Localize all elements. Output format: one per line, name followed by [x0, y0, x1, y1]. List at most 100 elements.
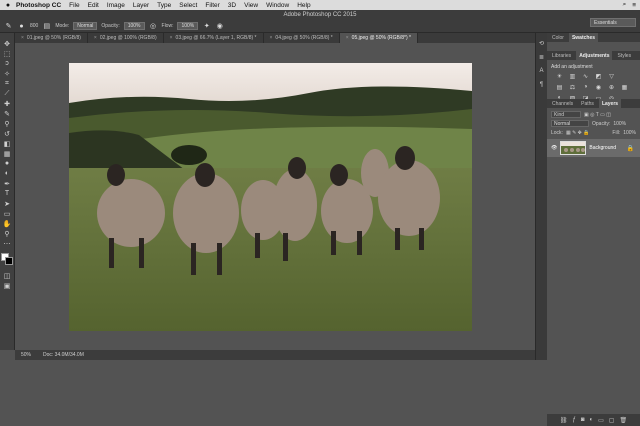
group-icon[interactable]: ▭	[598, 417, 604, 424]
close-icon[interactable]: ×	[21, 35, 24, 41]
levels-icon[interactable]: ▥	[568, 72, 577, 80]
properties-panel-icon[interactable]: ≣	[538, 53, 546, 61]
menu-help[interactable]: Help	[297, 2, 310, 9]
link-layers-icon[interactable]: ⛓	[560, 417, 568, 424]
lasso-tool-icon[interactable]: ↄ	[2, 59, 12, 68]
menu-layer[interactable]: Layer	[133, 2, 149, 9]
mode-select[interactable]: Normal	[73, 22, 98, 30]
move-tool-icon[interactable]: ✥	[2, 39, 12, 48]
layer-opacity-field[interactable]: 100%	[613, 121, 626, 127]
tab-adjustments[interactable]: Adjustments	[576, 51, 613, 60]
brush-preset-icon[interactable]: ●	[17, 22, 26, 31]
screen-mode-icon[interactable]: ▣	[2, 281, 12, 290]
pressure-opacity-icon[interactable]: ◎	[149, 22, 158, 31]
zoom-level[interactable]: 50%	[21, 352, 31, 358]
swatches-area[interactable]	[547, 42, 640, 51]
blur-icon[interactable]: ●	[2, 159, 12, 168]
vibrance-icon[interactable]: ▽	[607, 72, 616, 80]
menu-view[interactable]: View	[244, 2, 258, 9]
tab-paths[interactable]: Paths	[578, 99, 597, 108]
document-canvas[interactable]	[69, 63, 472, 331]
lock-icons[interactable]: ▦ ✎ ✥ 🔒	[566, 130, 590, 136]
clone-stamp-icon[interactable]: ⚲	[2, 119, 12, 128]
quick-mask-icon[interactable]: ◫	[2, 271, 12, 280]
adjustment-layer-icon[interactable]: ◐	[590, 417, 594, 423]
history-brush-icon[interactable]: ↺	[2, 129, 12, 138]
eyedropper-icon[interactable]: ⟋	[2, 89, 12, 98]
color-balance-icon[interactable]: ⚖	[568, 83, 577, 91]
menu-select[interactable]: Select	[179, 2, 197, 9]
channel-mixer-icon[interactable]: ⊕	[607, 83, 616, 91]
color-lookup-icon[interactable]: ▦	[620, 83, 629, 91]
color-chips[interactable]	[1, 253, 13, 265]
menu-file[interactable]: File	[69, 2, 79, 9]
notification-icon[interactable]: ≡	[632, 2, 636, 9]
quick-select-icon[interactable]: ✧	[2, 69, 12, 78]
crop-tool-icon[interactable]: ⌗	[2, 79, 12, 88]
history-panel-icon[interactable]: ⟲	[538, 39, 546, 47]
menu-filter[interactable]: Filter	[205, 2, 219, 9]
app-menu[interactable]: Photoshop CC	[16, 2, 61, 9]
brush-icon[interactable]: ✎	[2, 109, 12, 118]
path-select-icon[interactable]: ➤	[2, 199, 12, 208]
visibility-eye-icon[interactable]: 👁	[551, 145, 557, 151]
workspace-switcher[interactable]: Essentials	[590, 18, 636, 27]
menu-edit[interactable]: Edit	[88, 2, 99, 9]
eraser-icon[interactable]: ◧	[2, 139, 12, 148]
more-tools-icon[interactable]: ⋯	[2, 239, 12, 248]
trash-icon[interactable]: 🗑	[619, 417, 627, 424]
add-mask-icon[interactable]: ◙	[581, 417, 585, 423]
black-white-icon[interactable]: ◑	[581, 83, 590, 91]
blend-mode-select[interactable]: Normal	[551, 120, 589, 127]
curves-icon[interactable]: ∿	[581, 72, 590, 80]
menu-window[interactable]: Window	[266, 2, 289, 9]
gradient-icon[interactable]: ▦	[2, 149, 12, 158]
tab-04[interactable]: × 04.jpeg @ 50% (RGB/8) *	[264, 33, 340, 43]
tab-color[interactable]: Color	[549, 33, 567, 42]
background-color[interactable]	[5, 257, 13, 265]
character-panel-icon[interactable]: A	[538, 67, 546, 75]
tab-03[interactable]: × 03.jpeg @ 66.7% (Layer 1, RGB/8) *	[164, 33, 264, 43]
pressure-size-icon[interactable]: ◉	[215, 22, 224, 31]
spotlight-icon[interactable]: ⌕	[623, 1, 627, 9]
brightness-icon[interactable]: ☀	[555, 72, 564, 80]
tab-layers[interactable]: Layers	[598, 99, 622, 108]
photo-filter-icon[interactable]: ◉	[594, 83, 603, 91]
tab-02[interactable]: × 02.jpeg @ 100% (RGB/8)	[88, 33, 164, 43]
menu-type[interactable]: Type	[157, 2, 171, 9]
close-icon[interactable]: ×	[346, 35, 349, 41]
layer-filter-kind[interactable]: Kind	[551, 111, 581, 118]
hue-saturation-icon[interactable]: ▤	[555, 83, 564, 91]
close-icon[interactable]: ×	[270, 35, 273, 41]
exposure-icon[interactable]: ◩	[594, 72, 603, 80]
menu-3d[interactable]: 3D	[228, 2, 236, 9]
marquee-tool-icon[interactable]: ⬚	[2, 49, 12, 58]
layer-row-background[interactable]: 👁 Background 🔒	[547, 139, 640, 157]
apple-icon[interactable]: ●	[4, 2, 12, 9]
shape-tool-icon[interactable]: ▭	[2, 209, 12, 218]
brush-tool-icon[interactable]: ✎	[4, 22, 13, 31]
layer-fill-field[interactable]: 100%	[623, 130, 636, 136]
tab-libraries[interactable]: Libraries	[549, 51, 574, 60]
layer-name[interactable]: Background	[589, 145, 616, 151]
airbrush-icon[interactable]: ✦	[202, 22, 211, 31]
tab-01[interactable]: × 01.jpeg @ 50% (RGB/8)	[15, 33, 88, 43]
close-icon[interactable]: ×	[94, 35, 97, 41]
hand-tool-icon[interactable]: ✋	[2, 219, 12, 228]
zoom-tool-icon[interactable]: ⚲	[2, 229, 12, 238]
new-layer-icon[interactable]: ▢	[609, 417, 615, 424]
brush-panel-icon[interactable]: ▤	[42, 22, 51, 31]
paragraph-panel-icon[interactable]: ¶	[538, 81, 546, 89]
healing-brush-icon[interactable]: ✚	[2, 99, 12, 108]
flow-field[interactable]: 100%	[177, 22, 199, 30]
close-icon[interactable]: ×	[170, 35, 173, 41]
pen-tool-icon[interactable]: ✒	[2, 179, 12, 188]
tab-05[interactable]: × 05.jpeg @ 50% (RGB/8*) *	[339, 33, 418, 43]
opacity-field[interactable]: 100%	[123, 22, 145, 30]
tab-channels[interactable]: Channels	[549, 99, 576, 108]
dodge-icon[interactable]: ◐	[2, 169, 12, 178]
fx-icon[interactable]: ƒ	[573, 417, 576, 423]
tab-swatches[interactable]: Swatches	[568, 33, 599, 42]
menu-image[interactable]: Image	[107, 2, 125, 9]
filter-icons[interactable]: ▣ ◎ T ▭ ◫	[584, 112, 611, 118]
